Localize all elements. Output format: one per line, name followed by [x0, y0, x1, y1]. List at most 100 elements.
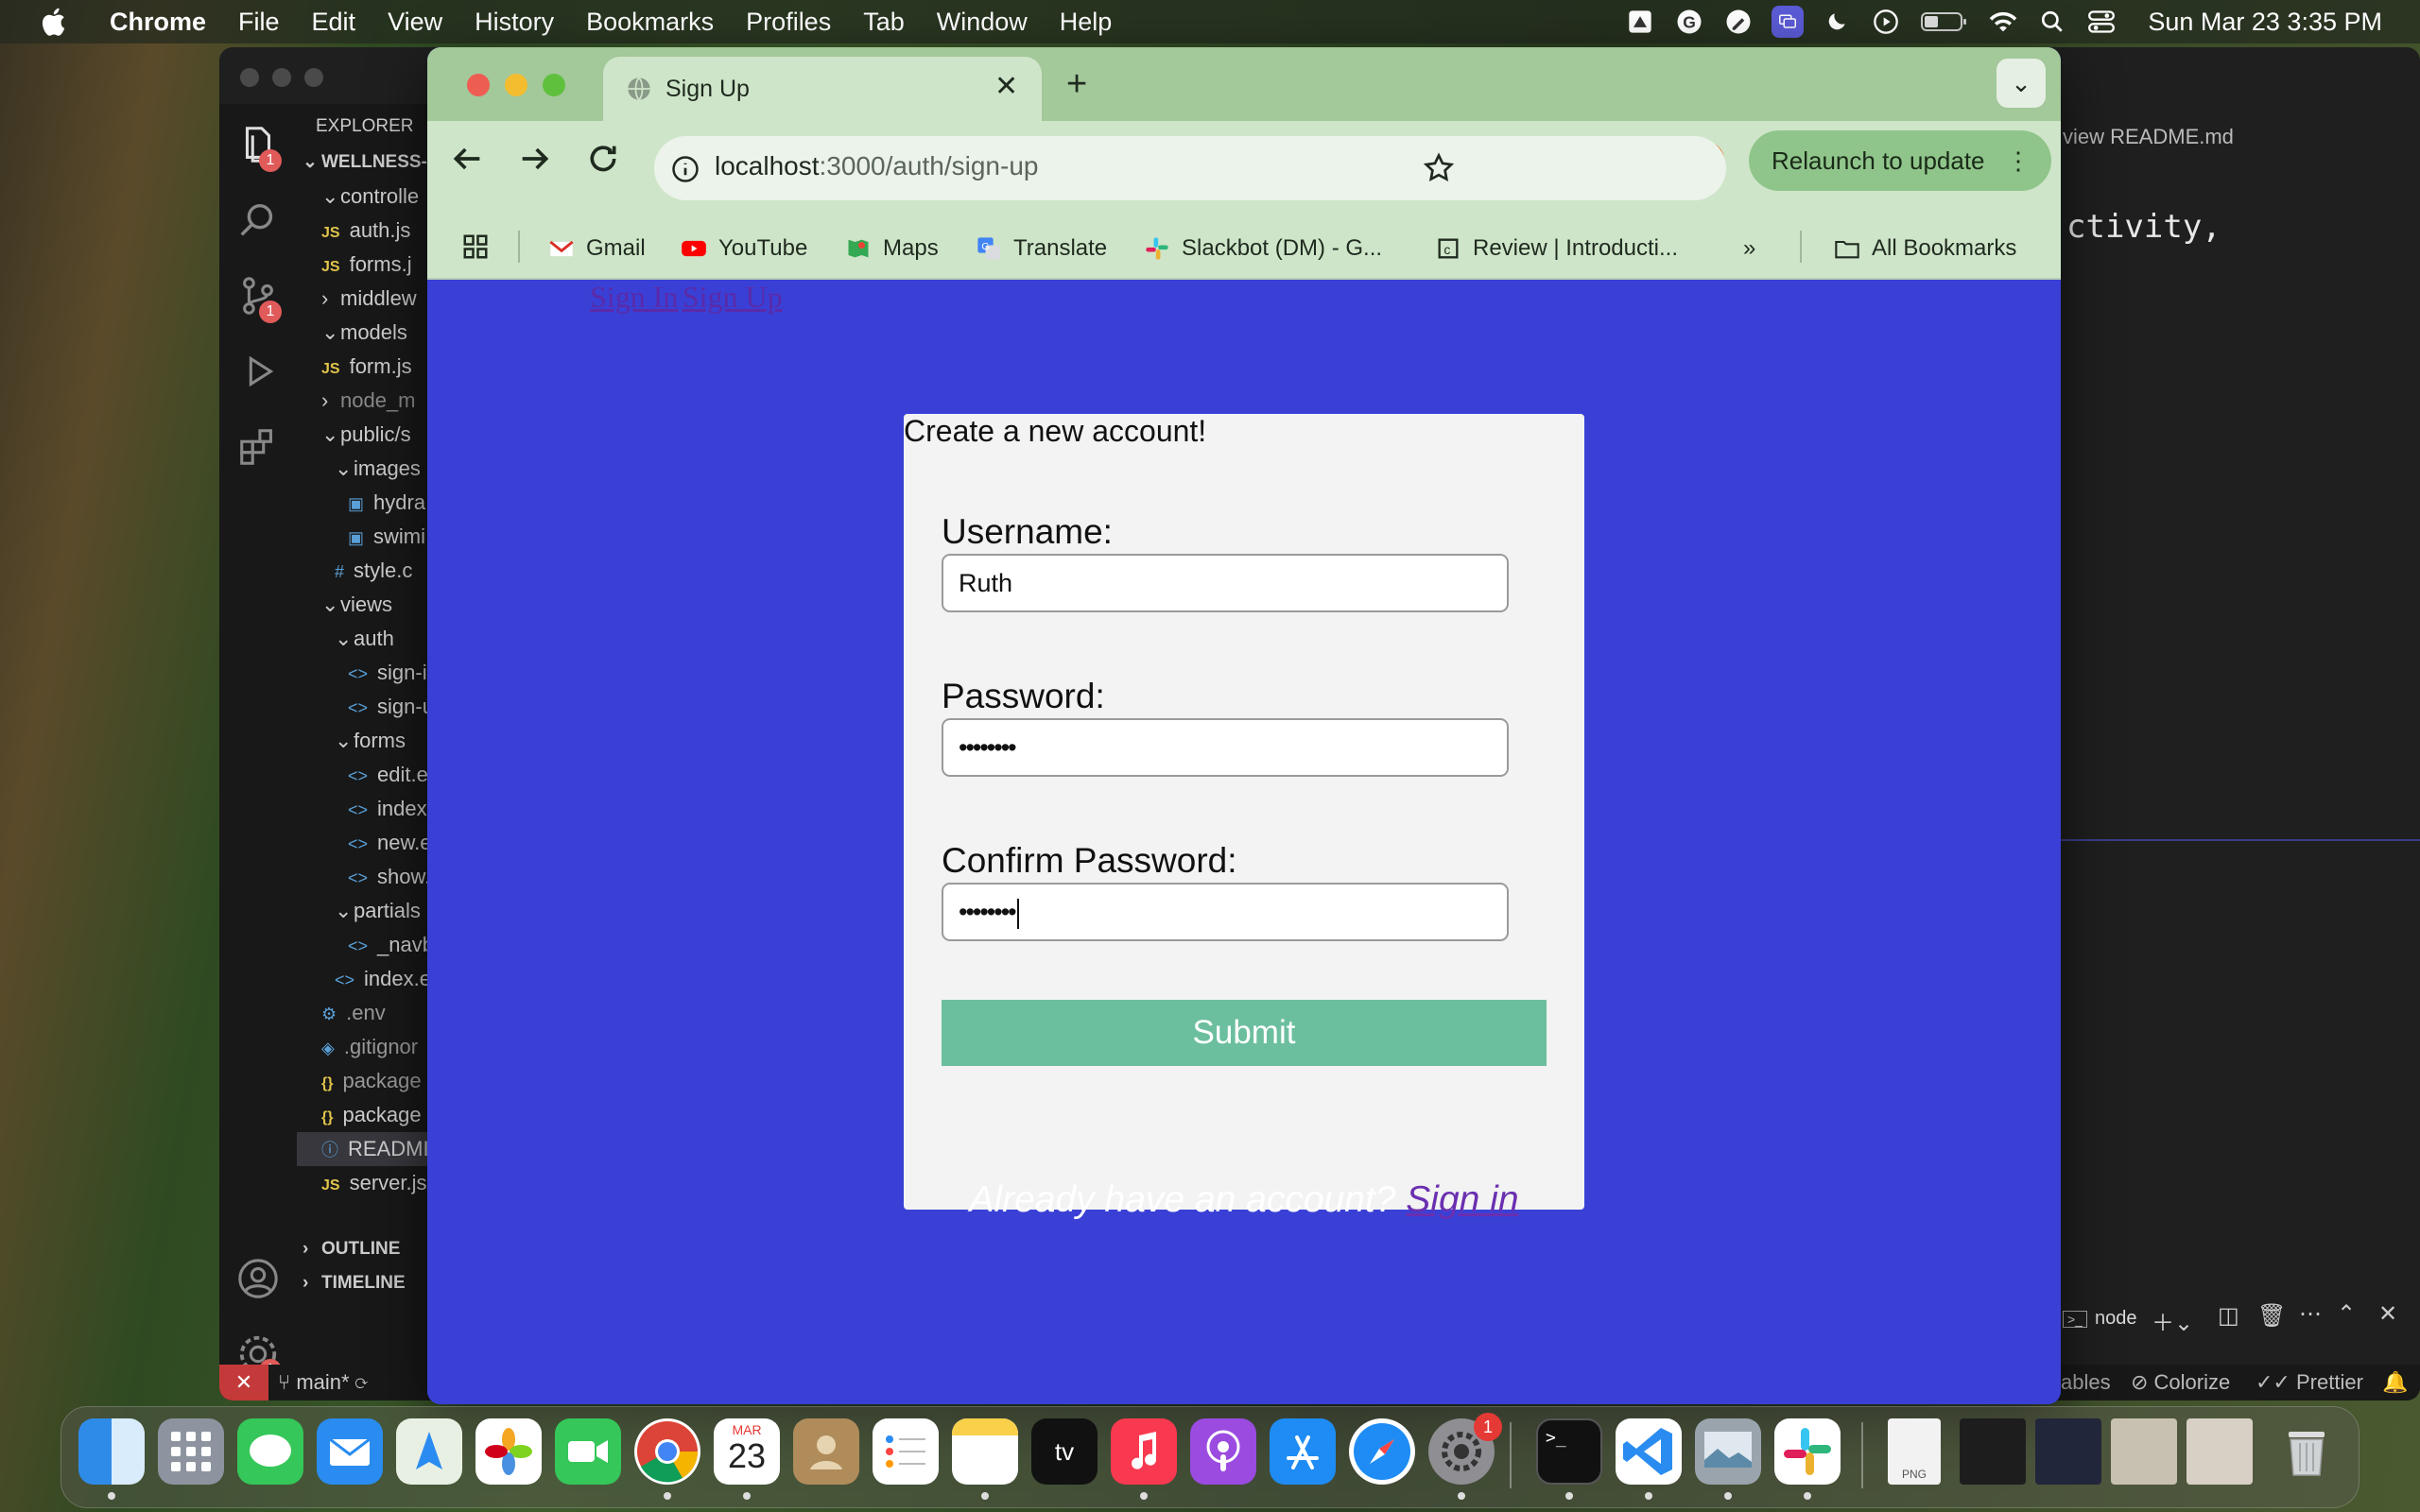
- more-icon[interactable]: ⋯: [2299, 1300, 2322, 1328]
- messages-app-icon[interactable]: [237, 1418, 303, 1485]
- window-thumbnail-room[interactable]: [2187, 1418, 2253, 1485]
- menu-window[interactable]: Window: [937, 8, 1028, 37]
- pen-status-icon[interactable]: [1722, 6, 1754, 38]
- trash-icon[interactable]: 🗑: [2257, 1302, 2286, 1330]
- terminal-app-icon[interactable]: >_: [1536, 1418, 1602, 1485]
- bookmark-gmail[interactable]: Gmail: [548, 232, 646, 265]
- tree-file[interactable]: ▣ hydra: [348, 486, 425, 520]
- all-bookmarks-folder[interactable]: All Bookmarks: [1834, 232, 2016, 265]
- bookmark-translate[interactable]: G Translate: [976, 232, 1107, 265]
- menu-history[interactable]: History: [475, 8, 554, 37]
- minimize-window-button[interactable]: [505, 74, 527, 96]
- vscode-close-dot[interactable]: [240, 68, 259, 87]
- tree-file[interactable]: <> show.: [348, 860, 430, 894]
- nav-sign-in-link[interactable]: Sign In: [590, 280, 678, 314]
- relaunch-update-button[interactable]: Relaunch to update ⋮: [1749, 130, 2051, 191]
- tree-file[interactable]: <> index.e: [335, 962, 431, 996]
- bookmark-youtube[interactable]: YouTube: [681, 232, 807, 265]
- zoom-window-button[interactable]: [543, 74, 565, 96]
- tree-folder[interactable]: ⌄models: [321, 316, 407, 350]
- safari-app-icon[interactable]: [1349, 1418, 1415, 1485]
- chrome-app-icon[interactable]: [634, 1418, 700, 1485]
- new-terminal-plus-icon[interactable]: ＋⌄: [2152, 1304, 2193, 1337]
- close-window-button[interactable]: [467, 74, 490, 96]
- grammarly-status-icon[interactable]: G: [1673, 6, 1705, 38]
- password-input[interactable]: ••••••••: [942, 718, 1509, 777]
- tree-file[interactable]: ◈ .gitignor: [321, 1030, 418, 1064]
- more-bookmarks-icon[interactable]: »: [1743, 232, 1755, 265]
- username-input[interactable]: Ruth: [942, 554, 1509, 612]
- footer-sign-in-link[interactable]: Sign in: [1406, 1179, 1518, 1220]
- accounts-icon[interactable]: [236, 1257, 280, 1300]
- tree-file[interactable]: ▣ swimi: [348, 520, 425, 554]
- tree-file[interactable]: <> edit.e: [348, 758, 428, 792]
- editor-tab-label[interactable]: view README.md: [2063, 125, 2234, 149]
- tab-sign-up[interactable]: Sign Up ✕: [603, 57, 1042, 121]
- contacts-app-icon[interactable]: [793, 1418, 859, 1485]
- menu-profiles[interactable]: Profiles: [746, 8, 831, 37]
- status-item[interactable]: ables: [2061, 1370, 2111, 1395]
- mail-app-icon[interactable]: [317, 1418, 383, 1485]
- bell-icon[interactable]: 🔔: [2382, 1370, 2408, 1395]
- tree-file[interactable]: <> new.e: [348, 826, 432, 860]
- apple-tv-app-icon[interactable]: tv: [1031, 1418, 1098, 1485]
- tree-folder[interactable]: ⌄images: [335, 452, 421, 486]
- bookmark-star-icon[interactable]: [1422, 151, 1456, 185]
- vscode-zoom-dot[interactable]: [304, 68, 323, 87]
- bookmark-review[interactable]: c Review | Introducti...: [1435, 232, 1678, 265]
- tree-file[interactable]: {} package: [321, 1064, 422, 1098]
- photos-app-icon[interactable]: [475, 1418, 542, 1485]
- tree-file[interactable]: {} package: [321, 1098, 422, 1132]
- extensions-icon[interactable]: [236, 425, 280, 469]
- window-thumbnail-music[interactable]: [1960, 1418, 2026, 1485]
- tree-file[interactable]: ⚙ .env: [321, 996, 386, 1030]
- menu-bookmarks[interactable]: Bookmarks: [586, 8, 714, 37]
- nav-sign-up-link[interactable]: Sign Up: [683, 280, 783, 314]
- split-terminal-icon[interactable]: ◫: [2218, 1302, 2239, 1330]
- kebab-menu-icon[interactable]: ⋮: [2006, 130, 2031, 191]
- close-panel-icon[interactable]: ✕: [2378, 1300, 2397, 1328]
- tree-folder[interactable]: › middlew: [321, 282, 417, 316]
- new-tab-plus-icon[interactable]: +: [1066, 64, 1087, 105]
- tree-folder[interactable]: ⌄partials: [335, 894, 421, 928]
- tree-file[interactable]: <> sign-i: [348, 656, 427, 690]
- png-file-thumbnail[interactable]: PNG: [1888, 1418, 1941, 1485]
- address-bar[interactable]: localhost:3000/auth/sign-up: [654, 136, 1726, 200]
- facetime-app-icon[interactable]: [555, 1418, 621, 1485]
- menu-edit[interactable]: Edit: [312, 8, 356, 37]
- tree-file[interactable]: <> sign-u: [348, 690, 434, 724]
- run-debug-icon[interactable]: [236, 350, 280, 393]
- project-folder[interactable]: ⌄ WELLNESS-: [302, 146, 427, 180]
- apps-grid-icon[interactable]: [461, 232, 490, 261]
- reload-icon[interactable]: [584, 140, 622, 178]
- control-center-icon[interactable]: [2085, 6, 2118, 38]
- git-branch[interactable]: ⑂ main* ⟳: [278, 1370, 368, 1395]
- maximize-panel-icon[interactable]: ⌃: [2337, 1300, 2356, 1328]
- app-store-icon[interactable]: [1270, 1418, 1336, 1485]
- timeline-section[interactable]: › TIMELINE: [302, 1266, 406, 1300]
- focus-moon-icon[interactable]: [1821, 6, 1853, 38]
- bookmark-maps[interactable]: Maps: [845, 232, 939, 265]
- menubar-clock[interactable]: Sun Mar 23 3:35 PM: [2148, 8, 2382, 37]
- confirm-password-input[interactable]: ••••••••: [942, 883, 1509, 941]
- menu-tab[interactable]: Tab: [863, 8, 905, 37]
- maps-app-icon[interactable]: [396, 1418, 462, 1485]
- window-thumbnail-vscode[interactable]: [2035, 1418, 2101, 1485]
- apple-menu-icon[interactable]: [38, 5, 72, 39]
- menu-app-name[interactable]: Chrome: [110, 8, 206, 37]
- remote-icon[interactable]: ✕: [219, 1365, 268, 1400]
- wifi-icon[interactable]: [1987, 6, 2019, 38]
- url-text[interactable]: localhost:3000/auth/sign-up: [715, 151, 1038, 181]
- menu-view[interactable]: View: [388, 8, 442, 37]
- tree-file[interactable]: JS form.js: [321, 350, 412, 384]
- terminal-label[interactable]: >_ node: [2063, 1308, 2136, 1330]
- podcasts-app-icon[interactable]: [1190, 1418, 1256, 1485]
- preview-app-icon[interactable]: [1695, 1418, 1761, 1485]
- music-app-icon[interactable]: [1111, 1418, 1177, 1485]
- finder-app-icon[interactable]: [78, 1418, 145, 1485]
- back-arrow-icon[interactable]: [448, 140, 486, 178]
- tree-file[interactable]: <> index: [348, 792, 427, 826]
- tree-folder[interactable]: ⌄public/s: [321, 418, 411, 452]
- bookmark-slackbot[interactable]: Slackbot (DM) - G...: [1144, 232, 1382, 265]
- tree-file[interactable]: JS forms.j: [321, 248, 412, 282]
